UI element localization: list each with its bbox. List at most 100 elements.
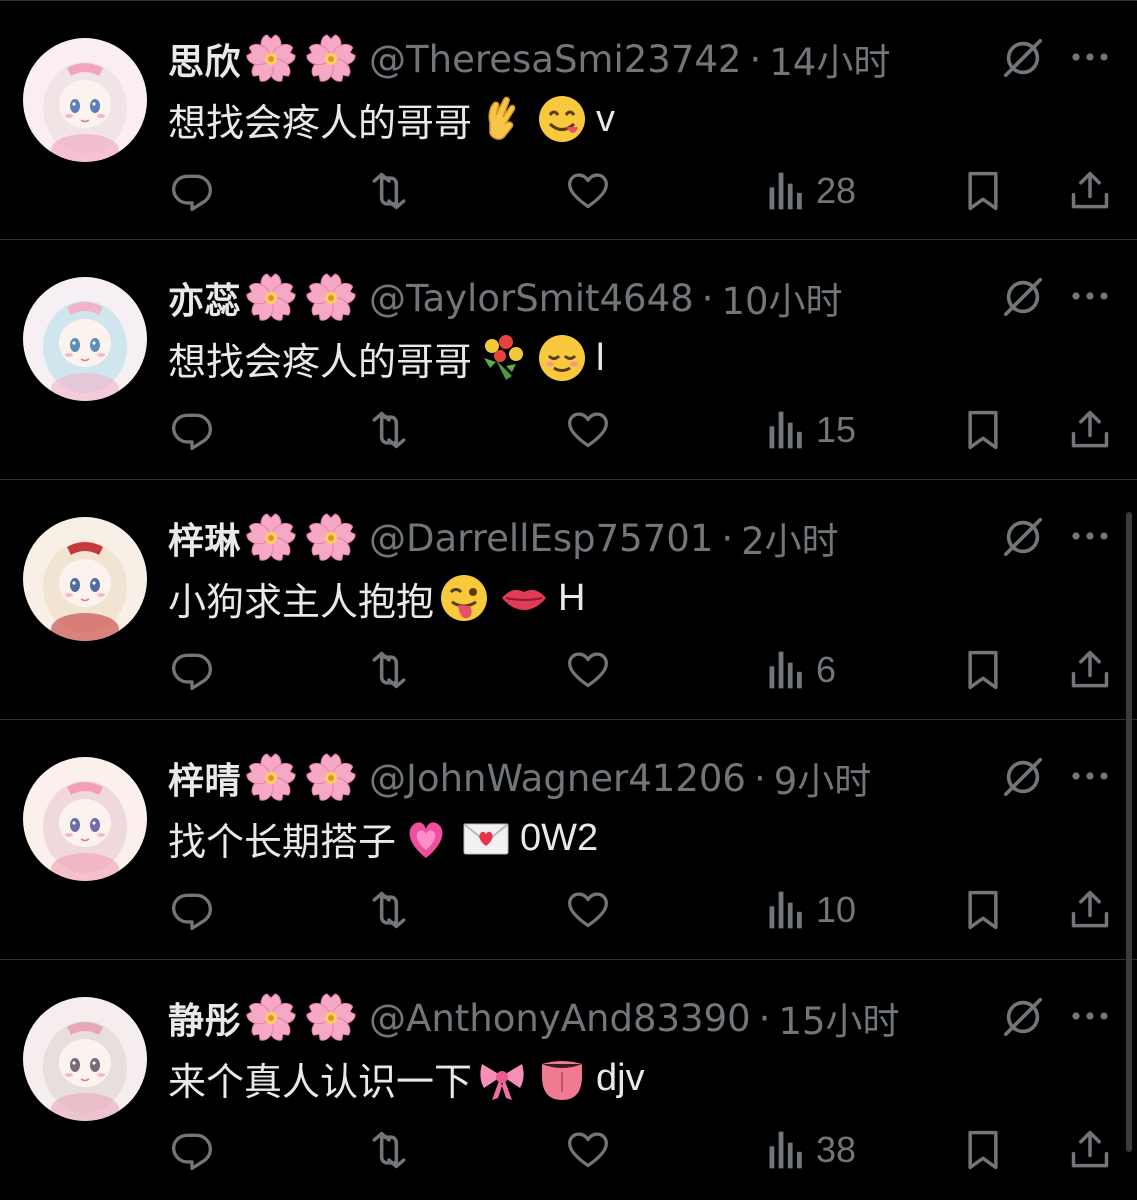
user-handle[interactable]: @DarrellEsp75701 [369,517,713,560]
user-handle[interactable]: @AnthonyAnd83390 [369,997,751,1040]
view-count: 6 [816,649,837,690]
grok-icon[interactable] [1000,754,1046,800]
tweet-text-body: 小狗求主人抱抱 [168,579,435,624]
name-emojis [245,512,357,564]
tweet-actions: 38 [0,1120,1137,1180]
reply-icon[interactable] [170,161,214,221]
tweet-actions: 28 [0,161,1137,221]
share-icon[interactable] [1068,1120,1112,1180]
reply-icon[interactable] [170,880,214,940]
retweet-icon[interactable] [364,640,414,700]
grok-icon[interactable] [1000,994,1046,1040]
retweet-icon[interactable] [364,400,414,460]
views-button[interactable]: 10 [766,880,856,940]
heart-icon[interactable] [565,161,611,221]
view-count: 15 [816,409,857,450]
tweet-text-suffix: 0W2 [520,816,599,859]
timeline-feed: 思欣 @TheresaSmi23742 · 14小时 想找会疼人的哥哥 v 28 [0,0,1137,1200]
more-icon[interactable] [1066,996,1114,1036]
display-name[interactable]: 亦蕊 [168,272,241,324]
user-handle[interactable]: @JohnWagner41206 [369,757,746,800]
share-icon[interactable] [1068,400,1112,460]
timestamp[interactable]: 15小时 [778,991,899,1045]
bookmark-icon[interactable] [963,161,1003,221]
views-button[interactable]: 6 [766,640,836,700]
more-icon[interactable] [1066,756,1114,796]
cherry-blossom-emoji [305,272,357,324]
tweet-header: 梓琳 @DarrellEsp75701 · 2小时 [168,510,839,566]
bookmark-icon[interactable] [963,880,1003,940]
reply-icon[interactable] [170,640,214,700]
views-button[interactable]: 15 [766,400,856,460]
display-name[interactable]: 梓琳 [168,512,241,564]
retweet-icon[interactable] [364,880,414,940]
avatar[interactable] [23,277,147,401]
views-chart-icon [766,169,806,213]
reply-icon[interactable] [170,400,214,460]
view-count: 28 [816,170,857,211]
display-name[interactable]: 静彤 [168,992,241,1044]
separator-dot: · [721,516,734,560]
tweet-header: 静彤 @AnthonyAnd83390 · 15小时 [168,990,900,1046]
avatar[interactable] [23,997,147,1121]
growing-heart-emoji [400,812,452,864]
more-icon[interactable] [1066,276,1114,316]
heart-icon[interactable] [565,640,611,700]
tweet-header: 思欣 @TheresaSmi23742 · 14小时 [168,31,890,87]
scrollbar[interactable] [1126,512,1132,1152]
retweet-icon[interactable] [364,161,414,221]
timestamp[interactable]: 14小时 [769,32,890,86]
grok-icon[interactable] [1000,274,1046,320]
name-emojis [245,752,357,804]
retweet-icon[interactable] [364,1120,414,1180]
tweet[interactable]: 梓琳 @DarrellEsp75701 · 2小时 小狗求主人抱抱 H 6 [0,480,1137,720]
heart-icon[interactable] [565,880,611,940]
bookmark-icon[interactable] [963,400,1003,460]
tweet-text: 想找会疼人的哥哥 v [168,91,615,147]
reply-icon[interactable] [170,1120,214,1180]
more-icon[interactable] [1066,37,1114,77]
tweet[interactable]: 亦蕊 @TaylorSmit4648 · 10小时 想找会疼人的哥哥 l 15 [0,240,1137,480]
heart-icon[interactable] [565,400,611,460]
bouquet-emoji [476,332,528,384]
tweet-text-body: 来个真人认识一下 [168,1059,473,1104]
views-chart-icon [766,408,806,452]
display-name[interactable]: 梓晴 [168,752,241,804]
tweet-text-suffix: H [558,576,586,619]
tweet[interactable]: 静彤 @AnthonyAnd83390 · 15小时 来个真人认识一下 djv … [0,960,1137,1200]
bookmark-icon[interactable] [963,640,1003,700]
more-icon[interactable] [1066,516,1114,556]
ribbon-emoji [476,1052,528,1104]
view-count: 10 [816,889,857,930]
timestamp[interactable]: 2小时 [741,511,839,565]
heart-icon[interactable] [565,1120,611,1180]
user-handle[interactable]: @TheresaSmi23742 [369,38,741,81]
bookmark-icon[interactable] [963,1120,1003,1180]
tweet-text-body: 想找会疼人的哥哥 [168,339,473,384]
avatar[interactable] [23,517,147,641]
tweet-text-suffix: djv [596,1056,645,1099]
display-name[interactable]: 思欣 [168,33,241,85]
timestamp[interactable]: 9小时 [774,751,872,805]
user-handle[interactable]: @TaylorSmit4648 [369,277,694,320]
views-button[interactable]: 28 [766,161,856,221]
grok-icon[interactable] [1000,514,1046,560]
avatar[interactable] [23,38,147,162]
avatar[interactable] [23,757,147,881]
share-icon[interactable] [1068,880,1112,940]
cherry-blossom-emoji [245,272,297,324]
cherry-blossom-emoji [245,33,297,85]
views-button[interactable]: 38 [766,1120,856,1180]
tweet[interactable]: 思欣 @TheresaSmi23742 · 14小时 想找会疼人的哥哥 v 28 [0,0,1137,240]
name-emojis [245,992,357,1044]
share-icon[interactable] [1068,161,1112,221]
cherry-blossom-emoji [305,992,357,1044]
share-icon[interactable] [1068,640,1112,700]
tweet[interactable]: 梓晴 @JohnWagner41206 · 9小时 找个长期搭子 0W2 10 [0,720,1137,960]
timestamp[interactable]: 10小时 [721,271,842,325]
tweet-header: 梓晴 @JohnWagner41206 · 9小时 [168,750,871,806]
lips-emoji [498,572,550,624]
views-chart-icon [766,888,806,932]
tweet-text-body: 找个长期搭子 [168,819,397,864]
grok-icon[interactable] [1000,35,1046,81]
